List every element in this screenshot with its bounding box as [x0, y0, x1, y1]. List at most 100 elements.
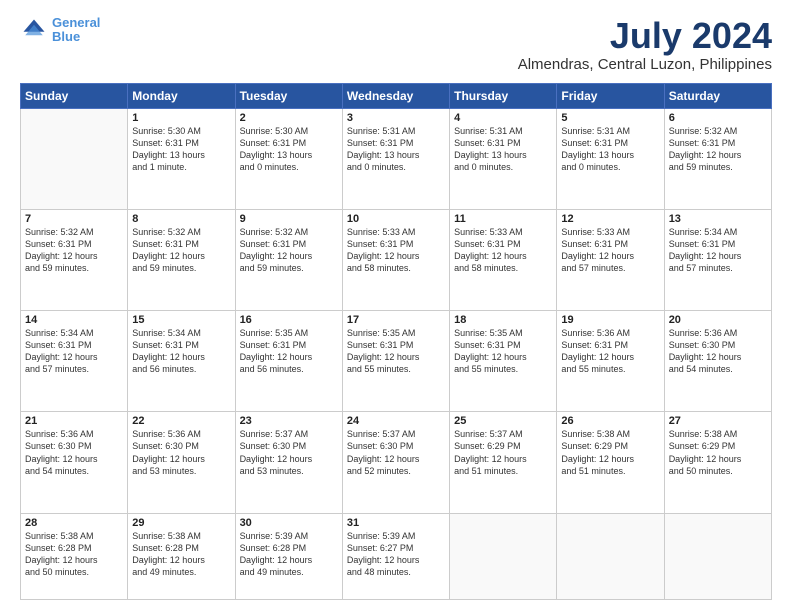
- header: General Blue July 2024 Almendras, Centra…: [20, 16, 772, 73]
- calendar-cell: 13Sunrise: 5:34 AMSunset: 6:31 PMDayligh…: [664, 209, 771, 310]
- calendar-cell: [664, 513, 771, 599]
- cell-info: Sunrise: 5:37 AMSunset: 6:30 PMDaylight:…: [240, 428, 338, 477]
- cell-info: Sunrise: 5:33 AMSunset: 6:31 PMDaylight:…: [561, 226, 659, 275]
- calendar-cell: 26Sunrise: 5:38 AMSunset: 6:29 PMDayligh…: [557, 412, 664, 513]
- cell-info: Sunrise: 5:38 AMSunset: 6:28 PMDaylight:…: [25, 530, 123, 579]
- day-number: 28: [25, 517, 123, 529]
- main-title: July 2024: [518, 16, 772, 56]
- week-row: 21Sunrise: 5:36 AMSunset: 6:30 PMDayligh…: [21, 412, 772, 513]
- cell-info: Sunrise: 5:35 AMSunset: 6:31 PMDaylight:…: [347, 327, 445, 376]
- page: General Blue July 2024 Almendras, Centra…: [0, 0, 792, 612]
- calendar-table: SundayMondayTuesdayWednesdayThursdayFrid…: [20, 83, 772, 600]
- cell-info: Sunrise: 5:35 AMSunset: 6:31 PMDaylight:…: [240, 327, 338, 376]
- day-number: 23: [240, 415, 338, 427]
- day-number: 19: [561, 314, 659, 326]
- calendar-cell: 28Sunrise: 5:38 AMSunset: 6:28 PMDayligh…: [21, 513, 128, 599]
- cell-info: Sunrise: 5:32 AMSunset: 6:31 PMDaylight:…: [240, 226, 338, 275]
- day-number: 4: [454, 112, 552, 124]
- calendar-cell: 22Sunrise: 5:36 AMSunset: 6:30 PMDayligh…: [128, 412, 235, 513]
- calendar-cell: 18Sunrise: 5:35 AMSunset: 6:31 PMDayligh…: [450, 311, 557, 412]
- calendar-cell: 20Sunrise: 5:36 AMSunset: 6:30 PMDayligh…: [664, 311, 771, 412]
- calendar-cell: 23Sunrise: 5:37 AMSunset: 6:30 PMDayligh…: [235, 412, 342, 513]
- calendar-cell: 7Sunrise: 5:32 AMSunset: 6:31 PMDaylight…: [21, 209, 128, 310]
- cell-info: Sunrise: 5:30 AMSunset: 6:31 PMDaylight:…: [240, 125, 338, 174]
- day-number: 3: [347, 112, 445, 124]
- day-number: 6: [669, 112, 767, 124]
- cell-info: Sunrise: 5:31 AMSunset: 6:31 PMDaylight:…: [347, 125, 445, 174]
- calendar-cell: 16Sunrise: 5:35 AMSunset: 6:31 PMDayligh…: [235, 311, 342, 412]
- week-row: 14Sunrise: 5:34 AMSunset: 6:31 PMDayligh…: [21, 311, 772, 412]
- day-number: 7: [25, 213, 123, 225]
- calendar-cell: [450, 513, 557, 599]
- day-number: 16: [240, 314, 338, 326]
- cell-info: Sunrise: 5:35 AMSunset: 6:31 PMDaylight:…: [454, 327, 552, 376]
- cell-info: Sunrise: 5:38 AMSunset: 6:29 PMDaylight:…: [561, 428, 659, 477]
- calendar-cell: 9Sunrise: 5:32 AMSunset: 6:31 PMDaylight…: [235, 209, 342, 310]
- day-number: 17: [347, 314, 445, 326]
- calendar-cell: 15Sunrise: 5:34 AMSunset: 6:31 PMDayligh…: [128, 311, 235, 412]
- day-number: 29: [132, 517, 230, 529]
- cell-info: Sunrise: 5:37 AMSunset: 6:30 PMDaylight:…: [347, 428, 445, 477]
- logo-icon: [20, 16, 48, 44]
- cell-info: Sunrise: 5:33 AMSunset: 6:31 PMDaylight:…: [347, 226, 445, 275]
- day-number: 14: [25, 314, 123, 326]
- cell-info: Sunrise: 5:37 AMSunset: 6:29 PMDaylight:…: [454, 428, 552, 477]
- day-number: 18: [454, 314, 552, 326]
- day-number: 11: [454, 213, 552, 225]
- calendar-header-cell: Friday: [557, 83, 664, 108]
- cell-info: Sunrise: 5:36 AMSunset: 6:31 PMDaylight:…: [561, 327, 659, 376]
- calendar-cell: 3Sunrise: 5:31 AMSunset: 6:31 PMDaylight…: [342, 108, 449, 209]
- cell-info: Sunrise: 5:33 AMSunset: 6:31 PMDaylight:…: [454, 226, 552, 275]
- day-number: 31: [347, 517, 445, 529]
- day-number: 9: [240, 213, 338, 225]
- cell-info: Sunrise: 5:36 AMSunset: 6:30 PMDaylight:…: [132, 428, 230, 477]
- cell-info: Sunrise: 5:32 AMSunset: 6:31 PMDaylight:…: [25, 226, 123, 275]
- calendar-cell: 17Sunrise: 5:35 AMSunset: 6:31 PMDayligh…: [342, 311, 449, 412]
- cell-info: Sunrise: 5:39 AMSunset: 6:28 PMDaylight:…: [240, 530, 338, 579]
- cell-info: Sunrise: 5:31 AMSunset: 6:31 PMDaylight:…: [454, 125, 552, 174]
- calendar-header-cell: Tuesday: [235, 83, 342, 108]
- calendar-cell: 29Sunrise: 5:38 AMSunset: 6:28 PMDayligh…: [128, 513, 235, 599]
- day-number: 22: [132, 415, 230, 427]
- calendar-cell: 6Sunrise: 5:32 AMSunset: 6:31 PMDaylight…: [664, 108, 771, 209]
- cell-info: Sunrise: 5:38 AMSunset: 6:29 PMDaylight:…: [669, 428, 767, 477]
- day-number: 21: [25, 415, 123, 427]
- day-number: 8: [132, 213, 230, 225]
- day-number: 24: [347, 415, 445, 427]
- cell-info: Sunrise: 5:38 AMSunset: 6:28 PMDaylight:…: [132, 530, 230, 579]
- cell-info: Sunrise: 5:32 AMSunset: 6:31 PMDaylight:…: [132, 226, 230, 275]
- cell-info: Sunrise: 5:34 AMSunset: 6:31 PMDaylight:…: [669, 226, 767, 275]
- cell-info: Sunrise: 5:32 AMSunset: 6:31 PMDaylight:…: [669, 125, 767, 174]
- day-number: 25: [454, 415, 552, 427]
- calendar-cell: 11Sunrise: 5:33 AMSunset: 6:31 PMDayligh…: [450, 209, 557, 310]
- calendar-header-cell: Thursday: [450, 83, 557, 108]
- calendar-cell: [557, 513, 664, 599]
- calendar-cell: 1Sunrise: 5:30 AMSunset: 6:31 PMDaylight…: [128, 108, 235, 209]
- day-number: 13: [669, 213, 767, 225]
- calendar-cell: 10Sunrise: 5:33 AMSunset: 6:31 PMDayligh…: [342, 209, 449, 310]
- day-number: 26: [561, 415, 659, 427]
- calendar-header-cell: Saturday: [664, 83, 771, 108]
- title-block: July 2024 Almendras, Central Luzon, Phil…: [518, 16, 772, 73]
- day-number: 15: [132, 314, 230, 326]
- calendar-cell: 12Sunrise: 5:33 AMSunset: 6:31 PMDayligh…: [557, 209, 664, 310]
- calendar-cell: 14Sunrise: 5:34 AMSunset: 6:31 PMDayligh…: [21, 311, 128, 412]
- cell-info: Sunrise: 5:36 AMSunset: 6:30 PMDaylight:…: [669, 327, 767, 376]
- logo-line2: Blue: [52, 29, 80, 44]
- day-number: 5: [561, 112, 659, 124]
- day-number: 30: [240, 517, 338, 529]
- calendar-header-cell: Sunday: [21, 83, 128, 108]
- calendar-cell: 21Sunrise: 5:36 AMSunset: 6:30 PMDayligh…: [21, 412, 128, 513]
- cell-info: Sunrise: 5:34 AMSunset: 6:31 PMDaylight:…: [25, 327, 123, 376]
- calendar-header-row: SundayMondayTuesdayWednesdayThursdayFrid…: [21, 83, 772, 108]
- logo-text: General Blue: [52, 16, 100, 45]
- week-row: 1Sunrise: 5:30 AMSunset: 6:31 PMDaylight…: [21, 108, 772, 209]
- calendar-cell: 4Sunrise: 5:31 AMSunset: 6:31 PMDaylight…: [450, 108, 557, 209]
- cell-info: Sunrise: 5:31 AMSunset: 6:31 PMDaylight:…: [561, 125, 659, 174]
- cell-info: Sunrise: 5:30 AMSunset: 6:31 PMDaylight:…: [132, 125, 230, 174]
- calendar-cell: 25Sunrise: 5:37 AMSunset: 6:29 PMDayligh…: [450, 412, 557, 513]
- cell-info: Sunrise: 5:36 AMSunset: 6:30 PMDaylight:…: [25, 428, 123, 477]
- day-number: 10: [347, 213, 445, 225]
- day-number: 20: [669, 314, 767, 326]
- calendar-cell: 31Sunrise: 5:39 AMSunset: 6:27 PMDayligh…: [342, 513, 449, 599]
